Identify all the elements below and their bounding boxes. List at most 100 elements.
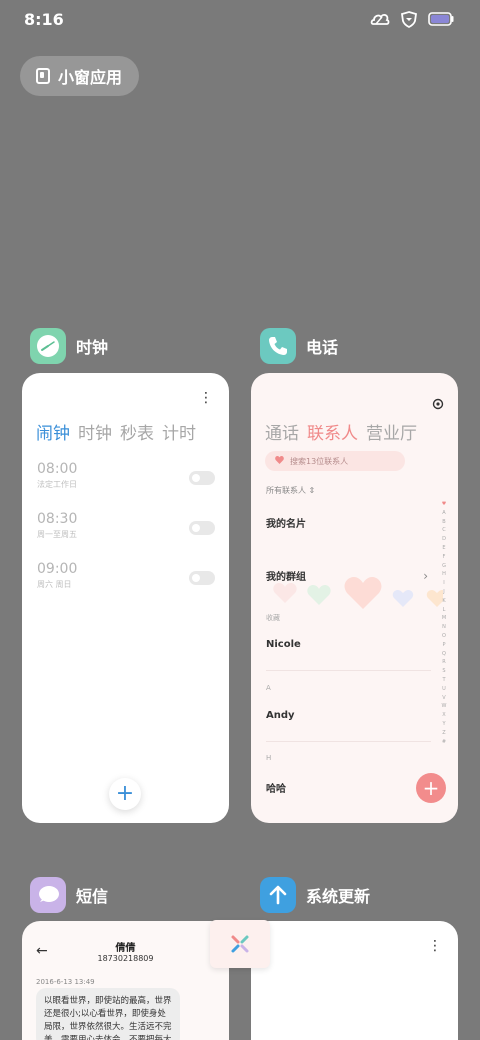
index-letter[interactable]: V — [442, 694, 445, 703]
search-placeholder: 搜索13位联系人 — [290, 456, 349, 466]
section-letter: H — [266, 754, 272, 762]
alarm-toggle[interactable] — [189, 471, 215, 485]
contact-item[interactable]: 哈哈 — [266, 780, 286, 795]
index-letter[interactable]: Q — [442, 650, 446, 659]
alarm-time: 09:00 — [37, 561, 78, 577]
clock-tabs: 闹钟 时钟 秒表 计时 — [36, 419, 196, 444]
conversation-name: 倩倩 — [115, 943, 136, 954]
add-contact-button[interactable]: + — [416, 773, 446, 803]
small-window-apps-button[interactable]: 小窗应用 — [20, 56, 139, 96]
contact-item[interactable]: Andy — [266, 710, 295, 721]
clock-app-name: 时钟 — [76, 338, 109, 357]
index-letter[interactable]: N — [442, 623, 446, 632]
cloud-icon — [370, 11, 390, 27]
index-letter[interactable]: F — [443, 553, 446, 562]
status-icons — [370, 10, 454, 28]
divider — [266, 741, 431, 742]
alarm-repeat: 周一至周五 — [37, 530, 77, 539]
index-letter[interactable]: U — [442, 685, 446, 694]
update-app-name: 系统更新 — [306, 887, 371, 906]
clock-app-icon — [30, 328, 66, 364]
alarm-toggle[interactable] — [189, 571, 215, 585]
clock-app-card[interactable]: ⋮ 闹钟 时钟 秒表 计时 08:00 法定工作日 08:30 周一至周五 09… — [22, 373, 229, 823]
alarm-item[interactable]: 09:00 周六 周日 — [37, 561, 215, 590]
battery-icon — [428, 11, 454, 27]
index-letter[interactable]: Y — [442, 720, 445, 729]
index-letter[interactable]: M — [442, 614, 446, 623]
message-bubble[interactable]: 以眼看世界，即使站的最高，世界还是很小;以心看世界，即使身处局限，世界依然很大。… — [36, 988, 180, 1040]
message-date: 2016-6-13 13:49 — [36, 978, 95, 986]
index-letter[interactable]: D — [442, 535, 446, 544]
clock-app-header[interactable]: 时钟 — [30, 328, 108, 364]
alarm-time: 08:00 — [37, 461, 78, 477]
index-letter[interactable]: O — [442, 632, 446, 641]
index-letter[interactable]: Z — [442, 729, 445, 738]
index-letter[interactable]: S — [442, 667, 445, 676]
index-letter[interactable]: # — [442, 738, 446, 747]
messages-app-card[interactable]: ← 倩倩 18730218809 2016-6-13 13:49 以眼看世界，即… — [22, 921, 229, 1040]
clear-all-button[interactable] — [210, 920, 270, 968]
status-bar: 8:16 — [0, 0, 480, 40]
favorites-label: 收藏 — [266, 614, 280, 622]
index-letter[interactable]: L — [443, 606, 446, 615]
add-alarm-button[interactable]: + — [109, 778, 141, 810]
index-letter[interactable]: G — [442, 562, 446, 571]
tab-contacts[interactable]: 联系人 — [307, 419, 358, 444]
index-letter[interactable]: K — [442, 597, 445, 606]
index-letter[interactable]: E — [442, 544, 445, 553]
settings-icon[interactable] — [432, 395, 444, 414]
heart-index-icon[interactable]: ♥ — [442, 500, 446, 509]
contact-item[interactable]: Nicole — [266, 639, 301, 650]
more-menu-icon[interactable]: ⋮ — [199, 391, 213, 405]
index-letter[interactable]: J — [443, 588, 444, 597]
alarm-toggle[interactable] — [189, 521, 215, 535]
phone-tabs: 通话 联系人 营业厅 — [265, 419, 417, 444]
small-window-label: 小窗应用 — [58, 68, 123, 87]
status-time: 8:16 — [24, 10, 64, 29]
decorative-hearts — [273, 577, 443, 609]
alphabet-index[interactable]: ♥ A B C D E F G H I J K L M N O P Q R S T U V W X Y Z # — [439, 500, 449, 746]
alarm-item[interactable]: 08:30 周一至周五 — [37, 511, 215, 540]
tab-service-hall[interactable]: 营业厅 — [366, 419, 417, 444]
index-letter[interactable]: X — [442, 711, 445, 720]
messages-app-name: 短信 — [76, 887, 109, 906]
tab-timer[interactable]: 计时 — [162, 419, 196, 444]
alarm-item[interactable]: 08:00 法定工作日 — [37, 461, 215, 490]
phone-app-name: 电话 — [306, 338, 339, 357]
index-letter[interactable]: P — [442, 641, 445, 650]
conversation-number: 18730218809 — [97, 954, 154, 963]
update-app-header[interactable]: 系统更新 — [260, 877, 370, 913]
update-app-card[interactable]: ⋮ — [251, 921, 458, 1040]
index-letter[interactable]: C — [442, 526, 446, 535]
messages-app-header[interactable]: 短信 — [30, 877, 108, 913]
tab-calls[interactable]: 通话 — [265, 419, 299, 444]
divider — [266, 670, 431, 671]
small-window-icon — [36, 68, 50, 84]
index-letter[interactable]: H — [442, 570, 446, 579]
index-letter[interactable]: T — [442, 676, 445, 685]
my-card-item[interactable]: 我的名片 — [266, 515, 306, 530]
phone-app-icon — [260, 328, 296, 364]
tab-alarm[interactable]: 闹钟 — [36, 419, 70, 444]
index-letter[interactable]: W — [442, 702, 447, 711]
more-menu-icon[interactable]: ⋮ — [428, 939, 442, 953]
tab-stopwatch[interactable]: 秒表 — [120, 419, 154, 444]
messages-app-icon — [30, 877, 66, 913]
tab-clock[interactable]: 时钟 — [78, 419, 112, 444]
index-letter[interactable]: R — [442, 658, 445, 667]
clear-all-icon — [231, 935, 249, 953]
index-letter[interactable]: B — [442, 518, 445, 527]
index-letter[interactable]: A — [442, 509, 445, 518]
alarm-time: 08:30 — [37, 511, 78, 527]
update-app-icon — [260, 877, 296, 913]
phone-app-header[interactable]: 电话 — [260, 328, 338, 364]
all-contacts-filter[interactable]: 所有联系人 ⇕ — [266, 485, 315, 496]
alarm-repeat: 周六 周日 — [37, 580, 72, 589]
heart-icon — [275, 456, 284, 466]
index-letter[interactable]: I — [443, 579, 444, 588]
section-letter: A — [266, 684, 271, 692]
contact-search-input[interactable]: 搜索13位联系人 — [265, 451, 405, 471]
shield-icon — [400, 10, 418, 28]
phone-app-card[interactable]: 通话 联系人 营业厅 搜索13位联系人 所有联系人 ⇕ 我的名片 我的群组 › … — [251, 373, 458, 823]
chevron-updown-icon: ⇕ — [308, 486, 316, 495]
